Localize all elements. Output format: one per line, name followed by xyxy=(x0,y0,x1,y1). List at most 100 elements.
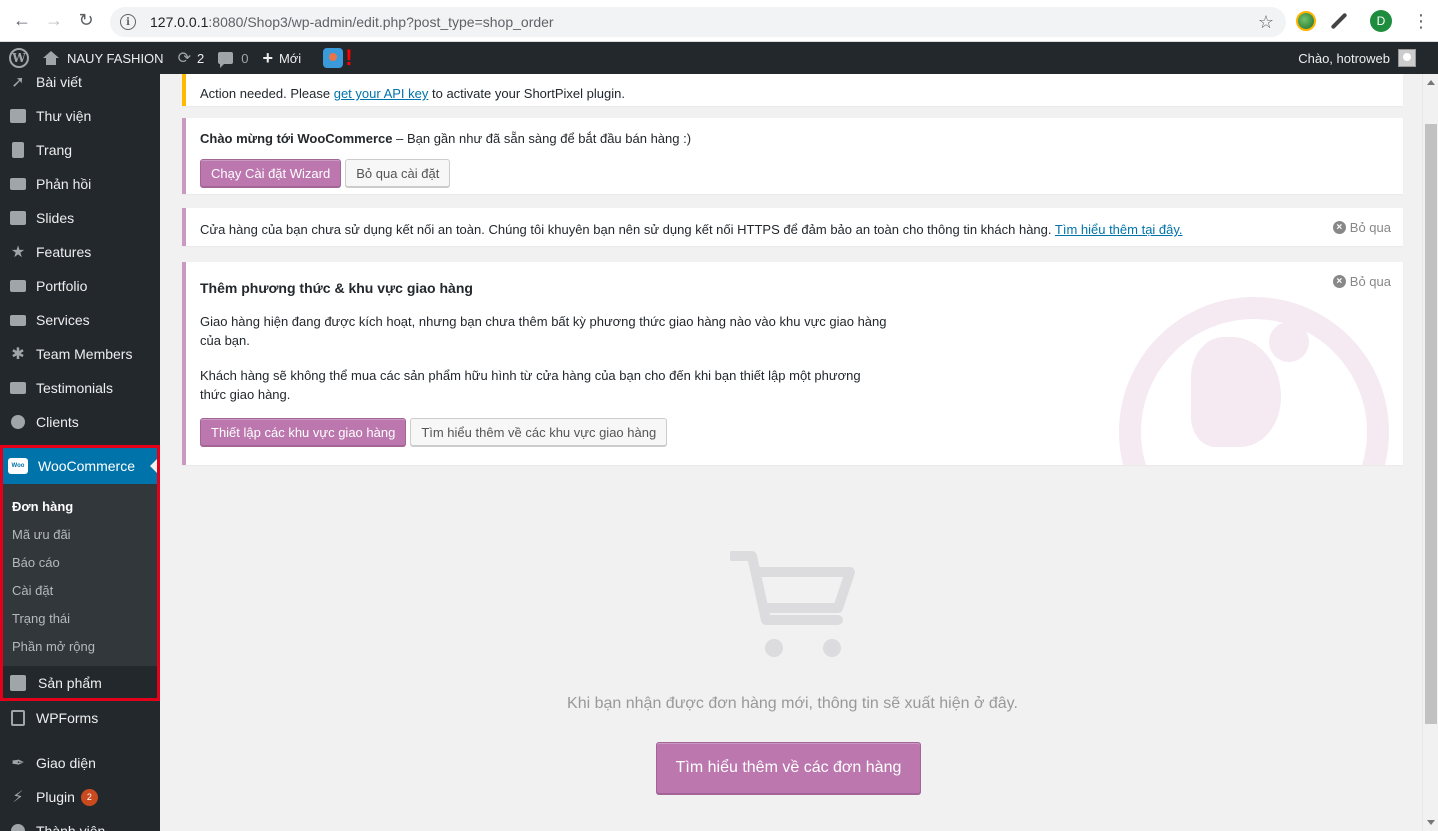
sidebar-item-clients[interactable]: Clients xyxy=(0,405,160,439)
star-icon: ★ xyxy=(10,244,26,261)
sidebar-item-comments[interactable]: Phản hồi xyxy=(0,167,160,201)
page-scrollbar[interactable] xyxy=(1422,74,1438,831)
sidebar-item-label: Testimonials xyxy=(36,380,114,396)
new-content-link[interactable]: + Mới xyxy=(255,42,308,74)
scroll-up-arrow-icon[interactable] xyxy=(1427,80,1435,85)
page-icon xyxy=(8,140,28,160)
learn-more-https-link[interactable]: Tìm hiểu thêm tại đây. xyxy=(1055,222,1183,237)
notice-text: to activate your ShortPixel plugin. xyxy=(428,86,625,101)
sidebar-item-label: Thành viên xyxy=(36,823,106,831)
site-info-icon[interactable]: i xyxy=(120,14,136,30)
browser-menu-icon[interactable]: ⋮ xyxy=(1412,12,1430,30)
shipping-notice-paragraph-1: Giao hàng hiện đang được kích hoạt, nhưn… xyxy=(200,314,887,348)
submenu-item-status[interactable]: Trạng thái xyxy=(3,604,157,632)
woocommerce-logo-icon: Woo xyxy=(8,458,28,474)
site-name-link[interactable]: NAUY FASHION xyxy=(36,42,171,74)
comment-icon xyxy=(8,174,28,194)
site-name: NAUY FASHION xyxy=(67,50,164,66)
submenu-item-extensions[interactable]: Phần mở rộng xyxy=(3,632,157,660)
sidebar-item-plugins[interactable]: ⚡ Plugin 2 xyxy=(0,780,160,814)
extension-eyedropper-icon[interactable] xyxy=(1328,11,1348,31)
url-text[interactable]: 127.0.0.1:8080/Shop3/wp-admin/edit.php?p… xyxy=(150,14,554,30)
bookmark-star-icon[interactable]: ☆ xyxy=(1258,12,1274,33)
users-icon xyxy=(8,821,28,831)
plugin-mascot-icon xyxy=(323,48,344,68)
box-icon xyxy=(8,673,28,693)
sidebar-item-testimonials[interactable]: Testimonials xyxy=(0,371,160,405)
shortpixel-notice-text: Action needed. Please get your API key t… xyxy=(200,86,1403,101)
reload-icon[interactable]: ↻ xyxy=(72,7,100,35)
current-menu-arrow-icon xyxy=(150,459,157,473)
brush-icon: ✒ xyxy=(11,755,25,772)
api-key-link[interactable]: get your API key xyxy=(334,86,429,101)
dismiss-shipping-notice-button[interactable]: × Bỏ qua xyxy=(1332,274,1391,289)
address-bar[interactable]: i 127.0.0.1:8080/Shop3/wp-admin/edit.php… xyxy=(110,7,1286,37)
sidebar-item-label: Bài viết xyxy=(36,74,82,90)
media-icon xyxy=(8,106,28,126)
sidebar-item-wpforms[interactable]: WPForms xyxy=(0,701,160,735)
back-arrow-icon[interactable]: ← xyxy=(8,7,36,35)
sidebar-item-pages[interactable]: Trang xyxy=(0,133,160,167)
shortpixel-notice: Action needed. Please get your API key t… xyxy=(182,74,1403,106)
plugin-alert-link[interactable]: ! xyxy=(308,42,359,74)
sidebar-item-label: Giao diện xyxy=(36,755,96,771)
learn-more-shipping-zones-button[interactable]: Tìm hiểu thêm về các khu vực giao hàng xyxy=(410,418,668,446)
welcome-subtitle: – Bạn gần như đã sẵn sàng để bắt đầu bán… xyxy=(392,131,692,146)
forward-arrow-icon[interactable]: → xyxy=(40,7,68,35)
submenu-item-settings[interactable]: Cài đặt xyxy=(3,576,157,604)
comments-link[interactable]: 0 xyxy=(211,42,255,74)
skip-setup-button[interactable]: Bỏ qua cài đặt xyxy=(345,159,451,187)
setup-shipping-zones-button[interactable]: Thiết lập các khu vực giao hàng xyxy=(200,418,407,446)
alert-mark: ! xyxy=(345,45,353,70)
sidebar-item-label: Services xyxy=(36,312,90,328)
updates-link[interactable]: ⟳ 2 xyxy=(171,42,212,74)
profile-avatar[interactable]: D xyxy=(1370,10,1392,32)
welcome-title: Chào mừng tới WooCommerce xyxy=(200,131,393,146)
sidebar-item-slides[interactable]: Slides xyxy=(0,201,160,235)
main-content: Action needed. Please get your API key t… xyxy=(160,74,1422,831)
sidebar-item-appearance[interactable]: ✒ Giao diện xyxy=(0,746,160,780)
sidebar-item-media[interactable]: Thư viện xyxy=(0,99,160,133)
submenu-item-orders[interactable]: Đơn hàng xyxy=(3,492,157,520)
shopping-cart-icon xyxy=(730,551,855,657)
close-circle-icon: × xyxy=(1332,221,1346,234)
comments-count: 0 xyxy=(241,50,249,66)
dismiss-label: Bỏ qua xyxy=(1349,274,1391,289)
sidebar-item-features[interactable]: ★ Features xyxy=(0,235,160,269)
learn-more-orders-button[interactable]: Tìm hiểu thêm về các đơn hàng xyxy=(656,742,921,794)
run-setup-wizard-button[interactable]: Chạy Cài đặt Wizard xyxy=(200,159,342,187)
url-host: 127.0.0.1 xyxy=(150,14,209,30)
user-greeting[interactable]: Chào, hotroweb xyxy=(1298,51,1390,66)
sidebar-item-portfolio[interactable]: Portfolio xyxy=(0,269,160,303)
sidebar-item-team-members[interactable]: ✱ Team Members xyxy=(0,337,160,371)
sidebar-item-users[interactable]: Thành viên xyxy=(0,814,160,831)
updates-count: 2 xyxy=(196,50,205,66)
dismiss-https-notice-button[interactable]: × Bỏ qua xyxy=(1332,220,1391,235)
sidebar-item-posts[interactable]: ➚ Bài viết xyxy=(0,74,160,99)
browser-toolbar: ← → ↻ i 127.0.0.1:8080/Shop3/wp-admin/ed… xyxy=(0,0,1438,42)
folder-icon xyxy=(8,276,28,296)
shipping-notice-title: Thêm phương thức & khu vực giao hàng xyxy=(200,280,473,296)
woocommerce-submenu: Đơn hàng Mã ưu đãi Báo cáo Cài đặt Trạng… xyxy=(3,484,157,666)
sidebar-item-products[interactable]: Sản phẩm xyxy=(3,666,157,700)
welcome-text: Chào mừng tới WooCommerce – Bạn gần như … xyxy=(200,131,1403,146)
sidebar-item-label: Sản phẩm xyxy=(38,675,102,691)
wp-logo-button[interactable]: W xyxy=(0,42,36,74)
submenu-item-reports[interactable]: Báo cáo xyxy=(3,548,157,576)
sidebar-item-label: Thư viện xyxy=(36,108,92,124)
sidebar-item-services[interactable]: Services xyxy=(0,303,160,337)
team-icon: ✱ xyxy=(11,346,25,363)
sidebar-item-woocommerce[interactable]: Woo WooCommerce xyxy=(3,448,157,484)
shipping-notice: Thêm phương thức & khu vực giao hàng Gia… xyxy=(182,262,1403,465)
notice-text: Cửa hàng của bạn chưa sử dụng kết nối an… xyxy=(200,222,1055,237)
plus-icon: + xyxy=(262,47,273,68)
plugin-icon: ⚡ xyxy=(12,789,24,806)
scroll-down-arrow-icon[interactable] xyxy=(1427,820,1435,825)
scrollbar-thumb[interactable] xyxy=(1425,124,1437,724)
sidebar-item-label: Features xyxy=(36,244,92,260)
updates-icon: ⟳ xyxy=(177,50,191,67)
extension-globe-icon[interactable] xyxy=(1296,11,1316,31)
user-avatar[interactable] xyxy=(1398,49,1416,67)
home-icon xyxy=(43,51,59,65)
submenu-item-coupons[interactable]: Mã ưu đãi xyxy=(3,520,157,548)
